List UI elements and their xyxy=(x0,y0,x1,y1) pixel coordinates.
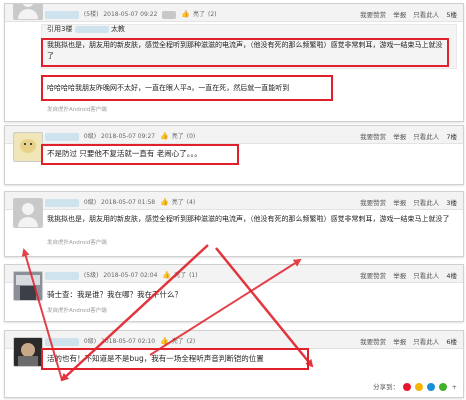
arrow-up-left xyxy=(21,248,63,381)
annotation-arrows xyxy=(21,244,314,382)
arrow-up-right xyxy=(149,258,302,356)
arrow-to-quote xyxy=(60,244,209,382)
arrow-to-reply xyxy=(215,247,314,368)
